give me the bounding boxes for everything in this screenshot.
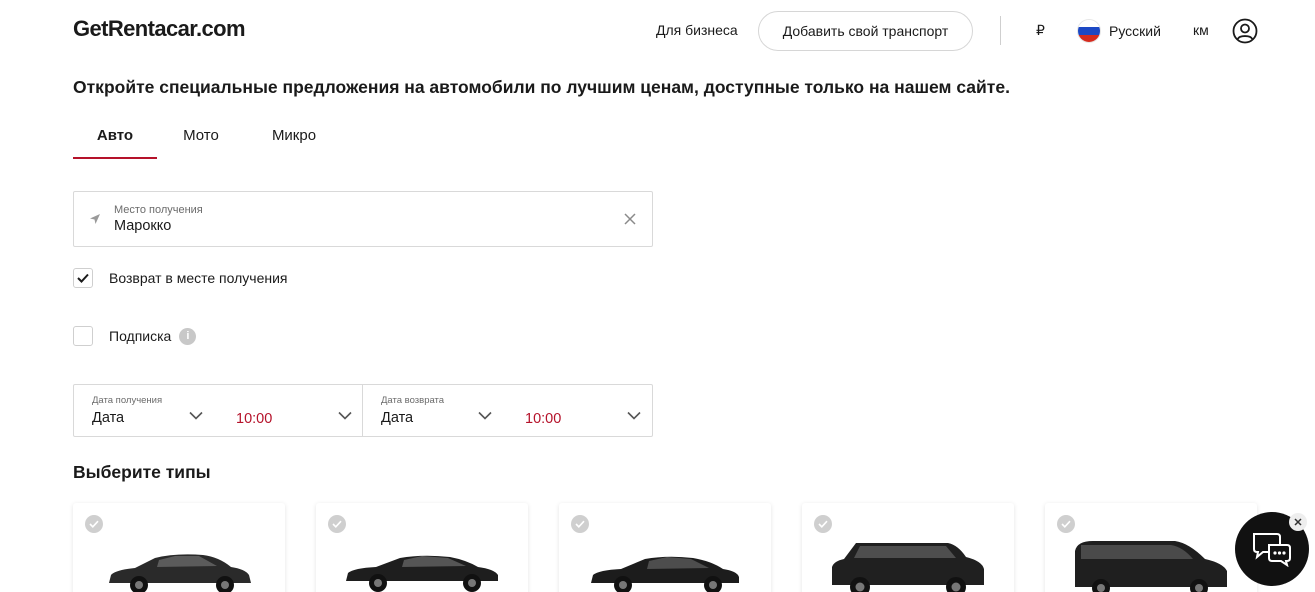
pickup-location-label: Место получения — [114, 204, 203, 216]
language-label: Русский — [1109, 23, 1161, 39]
business-sedan-car-icon — [346, 555, 498, 592]
car-type-card-suv[interactable] — [802, 503, 1014, 592]
check-circle-icon — [814, 515, 832, 533]
chat-bubbles-icon — [1253, 533, 1291, 567]
site-logo[interactable]: GetRentacar.com — [73, 16, 246, 42]
return-date-field[interactable]: Дата возврата Дата 10:00 — [363, 385, 652, 436]
chevron-down-icon[interactable] — [338, 411, 352, 420]
location-arrow-icon — [90, 214, 100, 224]
clear-icon[interactable] — [623, 212, 637, 226]
date-range-picker: Дата получения Дата 10:00 Дата возврата … — [73, 384, 653, 437]
return-same-location-checkbox[interactable] — [73, 268, 93, 288]
chevron-down-icon[interactable] — [478, 411, 492, 420]
pickup-time-value[interactable]: 10:00 — [236, 411, 272, 427]
chevron-down-icon[interactable] — [189, 411, 203, 420]
user-profile-icon[interactable] — [1232, 18, 1258, 44]
info-icon[interactable]: i — [179, 327, 197, 345]
luxury-sedan-car-icon — [591, 556, 739, 592]
check-circle-icon — [571, 515, 589, 533]
sedan-car-icon — [109, 554, 251, 592]
russia-flag-icon — [1077, 19, 1101, 43]
currency-selector[interactable]: ₽ — [1036, 22, 1045, 39]
tab-micro[interactable]: Микро — [245, 114, 343, 159]
return-date-value[interactable]: Дата — [381, 410, 413, 426]
page-headline: Откройте специальные предложения на авто… — [73, 77, 1010, 97]
types-section-title: Выберите типы — [73, 462, 211, 482]
pickup-date-value[interactable]: Дата — [92, 410, 124, 426]
car-type-card-sedan[interactable] — [73, 503, 285, 592]
pickup-date-label: Дата получения — [92, 395, 163, 406]
tab-auto[interactable]: Авто — [73, 114, 157, 159]
car-type-card-luxury[interactable] — [559, 503, 771, 592]
subscription-checkbox[interactable] — [73, 326, 93, 346]
for-business-link[interactable]: Для бизнеса — [656, 22, 738, 38]
return-time-value[interactable]: 10:00 — [525, 411, 561, 427]
return-date-label: Дата возврата — [381, 395, 445, 406]
check-circle-icon — [85, 515, 103, 533]
units-selector[interactable]: км — [1193, 22, 1209, 38]
suv-car-icon — [832, 543, 984, 592]
return-same-location-option: Возврат в месте получения — [73, 268, 288, 288]
subscription-option: Подписка i — [73, 326, 197, 346]
header-divider — [1000, 16, 1001, 45]
vehicle-tabs: Авто Мото Микро — [73, 114, 343, 159]
chevron-down-icon[interactable] — [627, 411, 641, 420]
return-same-location-label: Возврат в месте получения — [109, 270, 288, 286]
car-type-card-minivan[interactable] — [1045, 503, 1257, 592]
pickup-date-field[interactable]: Дата получения Дата 10:00 — [74, 385, 363, 436]
check-circle-icon — [328, 515, 346, 533]
minivan-car-icon — [1075, 541, 1227, 592]
car-type-card-business[interactable] — [316, 503, 528, 592]
subscription-label: Подписка — [109, 328, 172, 344]
pickup-location-input[interactable] — [114, 218, 594, 234]
tab-moto[interactable]: Мото — [157, 114, 245, 159]
close-icon[interactable] — [1289, 513, 1307, 531]
pickup-location-field[interactable]: Место получения — [73, 191, 653, 247]
add-transport-button[interactable]: Добавить свой транспорт — [758, 11, 973, 51]
language-selector[interactable]: Русский — [1077, 19, 1161, 43]
check-circle-icon — [1057, 515, 1075, 533]
checkmark-icon — [77, 273, 89, 283]
